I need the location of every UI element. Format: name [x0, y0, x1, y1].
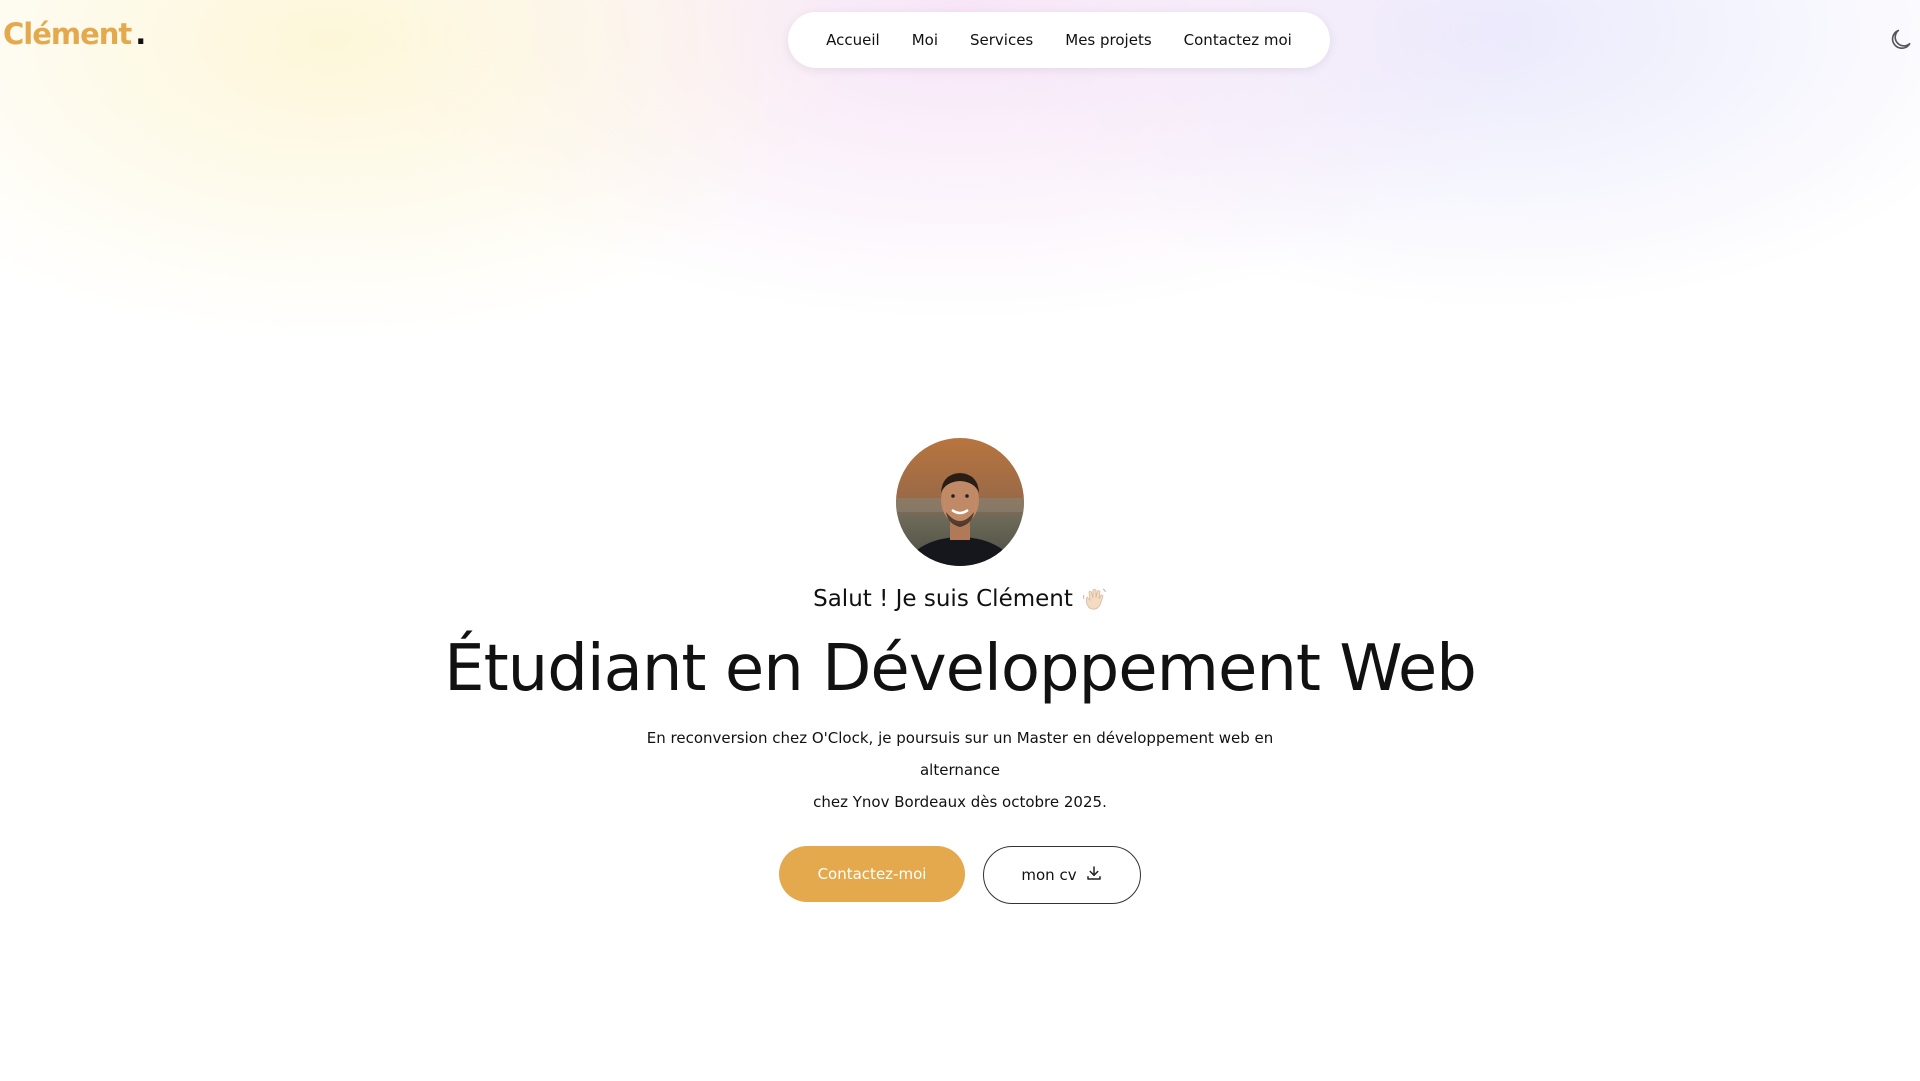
- contact-button[interactable]: Contactez-moi: [779, 846, 965, 903]
- hero-section: Salut ! Je suis Clément Étudiant en Déve…: [0, 438, 1920, 905]
- logo[interactable]: Clément.: [3, 17, 146, 51]
- page: Clément. Accueil Moi Services Mes projet…: [0, 0, 1920, 1081]
- nav-item-services[interactable]: Services: [970, 31, 1033, 49]
- logo-dot: .: [135, 17, 146, 51]
- greeting: Salut ! Je suis Clément: [0, 586, 1920, 612]
- cta-buttons: Contactez-moi mon cv: [0, 846, 1920, 905]
- greeting-text: Salut ! Je suis Clément: [813, 586, 1073, 612]
- nav-item-accueil[interactable]: Accueil: [826, 31, 880, 49]
- moon-icon[interactable]: [1888, 27, 1914, 53]
- cv-download-button[interactable]: mon cv: [983, 846, 1141, 905]
- waving-hand-icon: [1081, 586, 1107, 612]
- avatar: [896, 438, 1024, 566]
- download-icon: [1085, 864, 1103, 886]
- cv-button-label: mon cv: [1021, 866, 1077, 885]
- page-title: Étudiant en Développement Web: [444, 632, 1477, 706]
- intro-text: En reconversion chez O'Clock, je poursui…: [610, 722, 1310, 818]
- nav-item-projets[interactable]: Mes projets: [1065, 31, 1151, 49]
- intro-line-2: chez Ynov Bordeaux dès octobre 2025.: [813, 793, 1107, 812]
- intro-line-1: En reconversion chez O'Clock, je poursui…: [646, 729, 1274, 780]
- nav-item-moi[interactable]: Moi: [912, 31, 938, 49]
- main-nav: Accueil Moi Services Mes projets Contact…: [788, 12, 1330, 68]
- nav-item-contact[interactable]: Contactez moi: [1184, 31, 1292, 49]
- logo-text: Clément: [3, 17, 132, 51]
